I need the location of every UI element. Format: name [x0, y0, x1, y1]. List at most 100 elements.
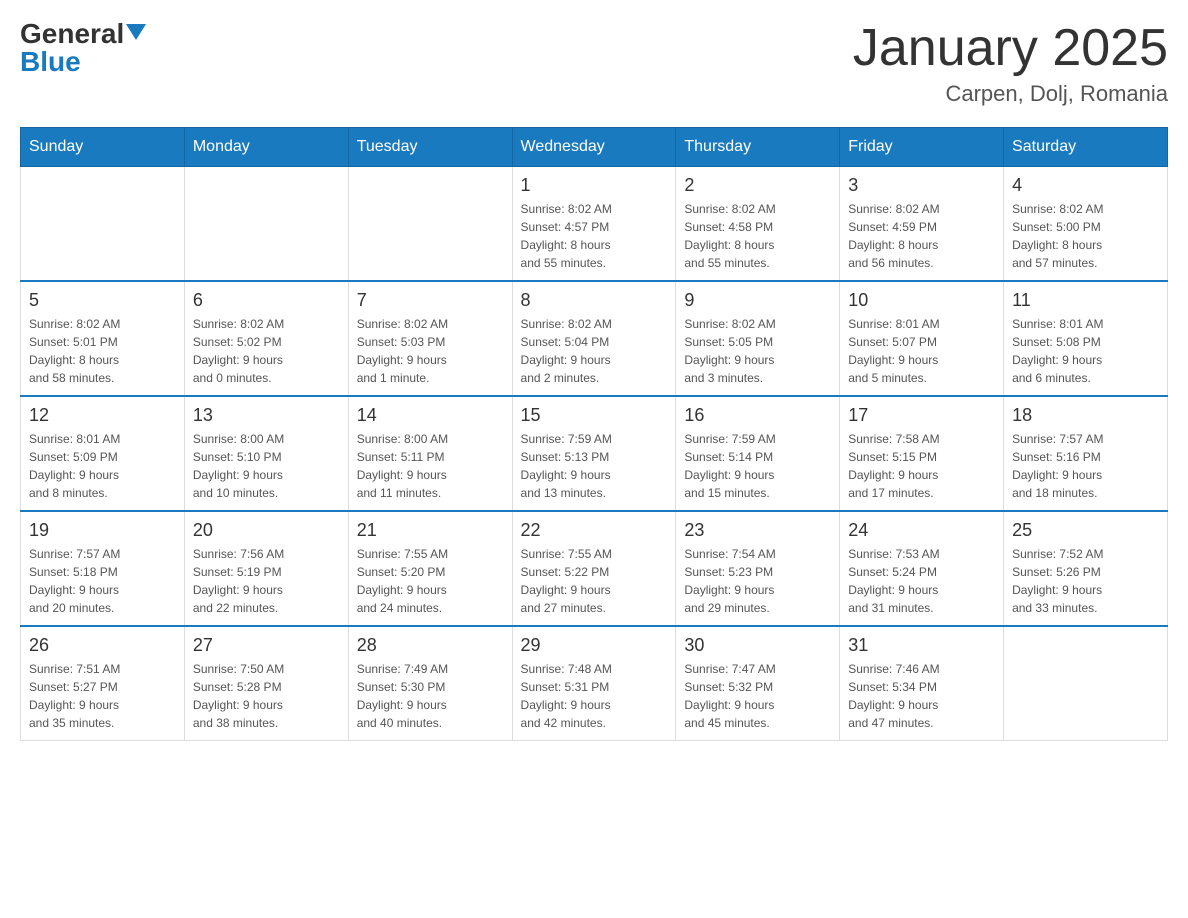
- page-header: General Blue January 2025 Carpen, Dolj, …: [20, 20, 1168, 107]
- calendar-cell: [184, 167, 348, 282]
- day-info: Sunrise: 7:57 AM Sunset: 5:16 PM Dayligh…: [1012, 430, 1159, 502]
- calendar-cell: 20 Sunrise: 7:56 AM Sunset: 5:19 PM Dayli…: [184, 511, 348, 626]
- day-info: Sunrise: 7:47 AM Sunset: 5:32 PM Dayligh…: [684, 660, 831, 732]
- calendar-cell: 29Sunrise: 7:48 AM Sunset: 5:31 PM Dayli…: [512, 626, 676, 741]
- day-number: 8: [521, 290, 668, 311]
- day-info: Sunrise: 7:54 AM Sunset: 5:23 PM Dayligh…: [684, 545, 831, 617]
- day-number: 17: [848, 405, 995, 426]
- day-number: 6: [193, 290, 340, 311]
- day-info: Sunrise: 7:59 AM Sunset: 5:14 PM Dayligh…: [684, 430, 831, 502]
- calendar-cell: 17 Sunrise: 7:58 AM Sunset: 5:15 PM Dayli…: [840, 396, 1004, 511]
- day-info: Sunrise: 8:02 AM Sunset: 5:01 PM Dayligh…: [29, 315, 176, 387]
- calendar-cell: 21 Sunrise: 7:55 AM Sunset: 5:20 PM Dayli…: [348, 511, 512, 626]
- calendar-week-row: 12Sunrise: 8:01 AM Sunset: 5:09 PM Dayli…: [21, 396, 1168, 511]
- day-info: Sunrise: 8:00 AM Sunset: 5:11 PM Dayligh…: [357, 430, 504, 502]
- calendar-cell: 3 Sunrise: 8:02 AM Sunset: 4:59 PM Daylig…: [840, 167, 1004, 282]
- calendar-cell: 26Sunrise: 7:51 AM Sunset: 5:27 PM Dayli…: [21, 626, 185, 741]
- calendar-cell: 11 Sunrise: 8:01 AM Sunset: 5:08 PM Dayli…: [1004, 281, 1168, 396]
- logo-triangle-icon: [126, 24, 146, 40]
- day-number: 18: [1012, 405, 1159, 426]
- day-info: Sunrise: 8:02 AM Sunset: 5:04 PM Dayligh…: [521, 315, 668, 387]
- day-info: Sunrise: 7:58 AM Sunset: 5:15 PM Dayligh…: [848, 430, 995, 502]
- calendar-week-row: 19 Sunrise: 7:57 AM Sunset: 5:18 PM Dayli…: [21, 511, 1168, 626]
- day-number: 3: [848, 175, 995, 196]
- calendar-cell: 10Sunrise: 8:01 AM Sunset: 5:07 PM Dayli…: [840, 281, 1004, 396]
- logo-blue-text: Blue: [20, 48, 81, 76]
- day-number: 26: [29, 635, 176, 656]
- calendar-cell: 25 Sunrise: 7:52 AM Sunset: 5:26 PM Dayli…: [1004, 511, 1168, 626]
- day-number: 10: [848, 290, 995, 311]
- day-number: 29: [521, 635, 668, 656]
- title-block: January 2025 Carpen, Dolj, Romania: [853, 20, 1168, 107]
- day-number: 24: [848, 520, 995, 541]
- day-info: Sunrise: 8:02 AM Sunset: 4:59 PM Dayligh…: [848, 200, 995, 272]
- day-info: Sunrise: 7:49 AM Sunset: 5:30 PM Dayligh…: [357, 660, 504, 732]
- day-number: 7: [357, 290, 504, 311]
- day-number: 14: [357, 405, 504, 426]
- day-number: 25: [1012, 520, 1159, 541]
- calendar-cell: 6 Sunrise: 8:02 AM Sunset: 5:02 PM Daylig…: [184, 281, 348, 396]
- calendar-cell: 15Sunrise: 7:59 AM Sunset: 5:13 PM Dayli…: [512, 396, 676, 511]
- calendar-header-saturday: Saturday: [1004, 128, 1168, 167]
- day-number: 16: [684, 405, 831, 426]
- day-info: Sunrise: 8:02 AM Sunset: 5:03 PM Dayligh…: [357, 315, 504, 387]
- calendar-cell: 12Sunrise: 8:01 AM Sunset: 5:09 PM Dayli…: [21, 396, 185, 511]
- day-number: 11: [1012, 290, 1159, 311]
- day-info: Sunrise: 8:02 AM Sunset: 4:58 PM Dayligh…: [684, 200, 831, 272]
- day-number: 15: [521, 405, 668, 426]
- calendar-week-row: 5Sunrise: 8:02 AM Sunset: 5:01 PM Daylig…: [21, 281, 1168, 396]
- day-info: Sunrise: 8:01 AM Sunset: 5:08 PM Dayligh…: [1012, 315, 1159, 387]
- day-info: Sunrise: 8:02 AM Sunset: 4:57 PM Dayligh…: [521, 200, 668, 272]
- calendar-header-monday: Monday: [184, 128, 348, 167]
- calendar-cell: 14 Sunrise: 8:00 AM Sunset: 5:11 PM Dayli…: [348, 396, 512, 511]
- day-number: 20: [193, 520, 340, 541]
- day-info: Sunrise: 8:00 AM Sunset: 5:10 PM Dayligh…: [193, 430, 340, 502]
- day-info: Sunrise: 7:53 AM Sunset: 5:24 PM Dayligh…: [848, 545, 995, 617]
- day-info: Sunrise: 7:57 AM Sunset: 5:18 PM Dayligh…: [29, 545, 176, 617]
- day-number: 2: [684, 175, 831, 196]
- calendar-cell: 2 Sunrise: 8:02 AM Sunset: 4:58 PM Daylig…: [676, 167, 840, 282]
- day-number: 27: [193, 635, 340, 656]
- calendar-cell: 1 Sunrise: 8:02 AM Sunset: 4:57 PM Daylig…: [512, 167, 676, 282]
- calendar-header-thursday: Thursday: [676, 128, 840, 167]
- calendar-cell: [21, 167, 185, 282]
- calendar-cell: 22Sunrise: 7:55 AM Sunset: 5:22 PM Dayli…: [512, 511, 676, 626]
- day-number: 21: [357, 520, 504, 541]
- day-info: Sunrise: 8:02 AM Sunset: 5:02 PM Dayligh…: [193, 315, 340, 387]
- calendar-cell: 24 Sunrise: 7:53 AM Sunset: 5:24 PM Dayli…: [840, 511, 1004, 626]
- day-number: 4: [1012, 175, 1159, 196]
- calendar-header-friday: Friday: [840, 128, 1004, 167]
- logo: General Blue: [20, 20, 146, 76]
- calendar-cell: 23 Sunrise: 7:54 AM Sunset: 5:23 PM Dayli…: [676, 511, 840, 626]
- day-number: 19: [29, 520, 176, 541]
- calendar-cell: 31 Sunrise: 7:46 AM Sunset: 5:34 PM Dayli…: [840, 626, 1004, 741]
- calendar-cell: [348, 167, 512, 282]
- day-number: 22: [521, 520, 668, 541]
- day-info: Sunrise: 7:56 AM Sunset: 5:19 PM Dayligh…: [193, 545, 340, 617]
- day-info: Sunrise: 7:55 AM Sunset: 5:20 PM Dayligh…: [357, 545, 504, 617]
- calendar-cell: 13 Sunrise: 8:00 AM Sunset: 5:10 PM Dayli…: [184, 396, 348, 511]
- day-info: Sunrise: 7:50 AM Sunset: 5:28 PM Dayligh…: [193, 660, 340, 732]
- day-info: Sunrise: 7:52 AM Sunset: 5:26 PM Dayligh…: [1012, 545, 1159, 617]
- calendar-cell: 16 Sunrise: 7:59 AM Sunset: 5:14 PM Dayli…: [676, 396, 840, 511]
- day-info: Sunrise: 7:46 AM Sunset: 5:34 PM Dayligh…: [848, 660, 995, 732]
- day-number: 31: [848, 635, 995, 656]
- calendar-cell: 9Sunrise: 8:02 AM Sunset: 5:05 PM Daylig…: [676, 281, 840, 396]
- calendar-header-wednesday: Wednesday: [512, 128, 676, 167]
- calendar-cell: 30 Sunrise: 7:47 AM Sunset: 5:32 PM Dayli…: [676, 626, 840, 741]
- day-number: 30: [684, 635, 831, 656]
- calendar-header-row: SundayMondayTuesdayWednesdayThursdayFrid…: [21, 128, 1168, 167]
- calendar-table: SundayMondayTuesdayWednesdayThursdayFrid…: [20, 127, 1168, 741]
- location: Carpen, Dolj, Romania: [853, 81, 1168, 107]
- day-number: 1: [521, 175, 668, 196]
- calendar-cell: 19 Sunrise: 7:57 AM Sunset: 5:18 PM Dayli…: [21, 511, 185, 626]
- day-number: 13: [193, 405, 340, 426]
- month-title: January 2025: [853, 20, 1168, 77]
- day-info: Sunrise: 8:02 AM Sunset: 5:00 PM Dayligh…: [1012, 200, 1159, 272]
- calendar-cell: 5Sunrise: 8:02 AM Sunset: 5:01 PM Daylig…: [21, 281, 185, 396]
- calendar-header-sunday: Sunday: [21, 128, 185, 167]
- day-number: 23: [684, 520, 831, 541]
- calendar-cell: 27 Sunrise: 7:50 AM Sunset: 5:28 PM Dayli…: [184, 626, 348, 741]
- day-number: 9: [684, 290, 831, 311]
- day-number: 28: [357, 635, 504, 656]
